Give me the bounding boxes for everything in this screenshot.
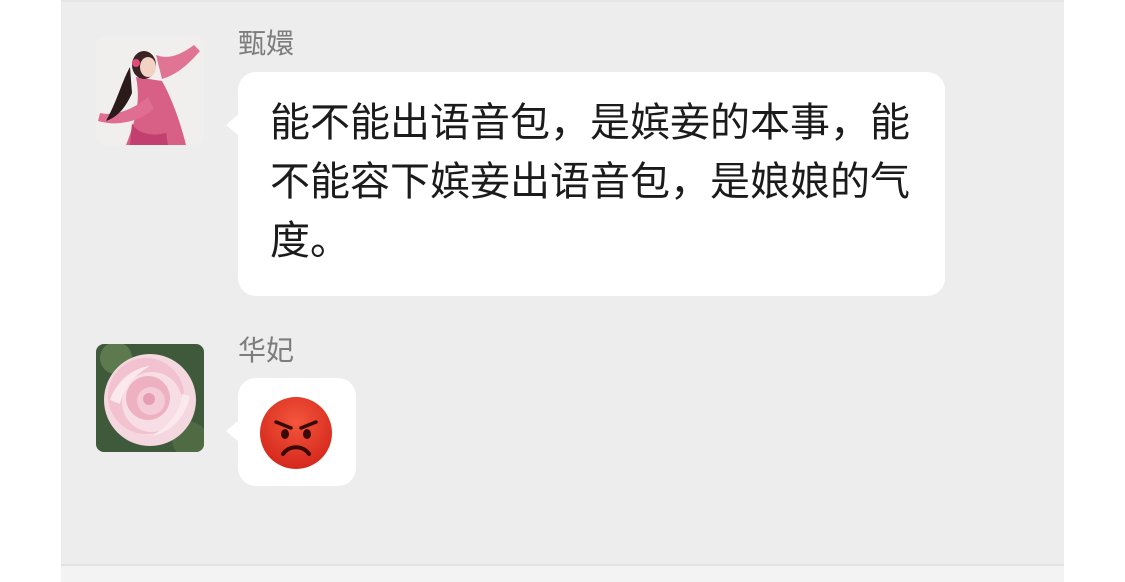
peony-avatar-icon [96,344,204,452]
sender-name: 甄嬛 [238,27,295,60]
sender-name: 华妃 [238,334,295,367]
woman-avatar-icon [96,37,204,145]
message-bubble[interactable] [226,378,356,486]
sender-avatar-huafei[interactable] [96,344,204,452]
chat-panel: 甄嬛 能不能出语音包，是嫔妾的本事，能不能容下嫔妾出语音包，是娘娘的气度。 华妃 [61,0,1064,564]
bubble-tail [226,420,239,442]
input-bar-edge [61,564,1064,582]
bubble-tail [226,114,239,136]
message-text: 能不能出语音包，是嫔妾的本事，能不能容下嫔妾出语音包，是娘娘的气度。 [270,100,910,264]
message-bubble[interactable]: 能不能出语音包，是嫔妾的本事，能不能容下嫔妾出语音包，是娘娘的气度。 [226,72,945,296]
sender-avatar-zhenhuan[interactable] [96,37,204,145]
angry-face-icon [260,397,332,469]
